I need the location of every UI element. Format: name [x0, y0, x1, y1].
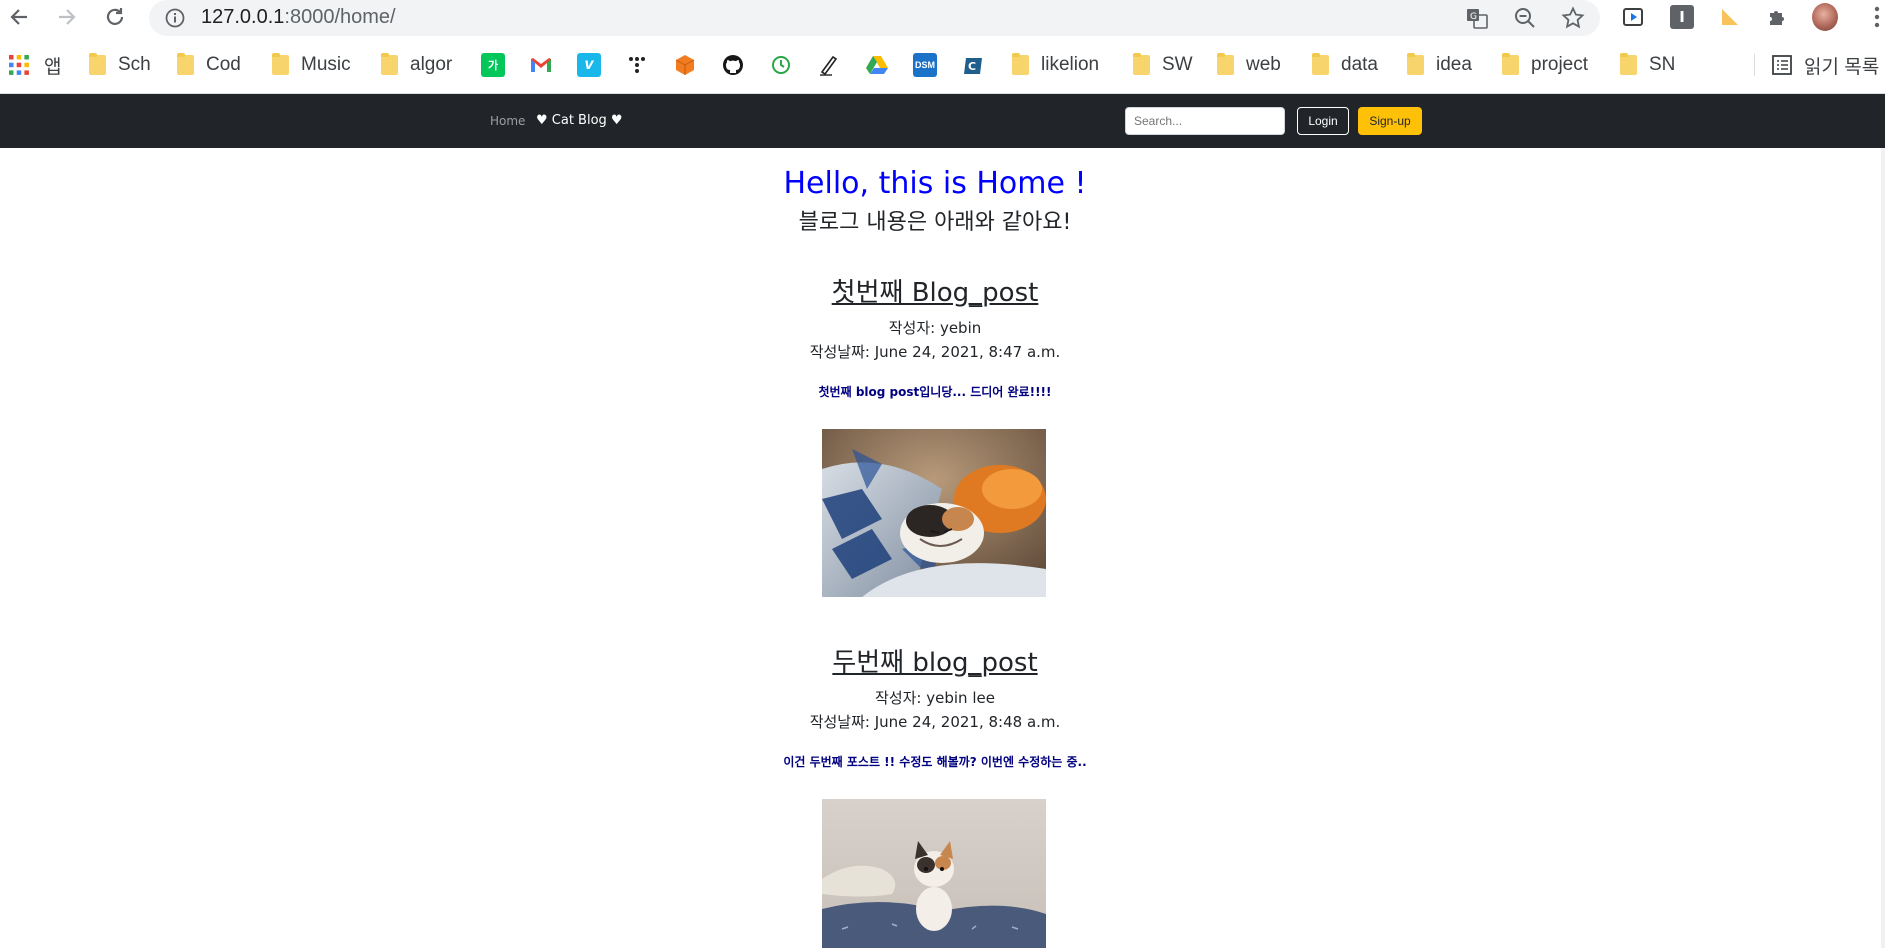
reading-list-button[interactable]: 읽기 목록	[1772, 52, 1879, 78]
browser-toolbar: 127.0.0.1:8000/home/ G I	[0, 0, 1885, 36]
google-drive-bookmark-icon[interactable]	[865, 53, 889, 77]
site-navbar: Home ♥ Cat Blog ♥ Login Sign-up	[0, 94, 1885, 148]
address-bar[interactable]: 127.0.0.1:8000/home/ G	[149, 0, 1600, 36]
bookmark-label: 앱	[44, 56, 62, 78]
bookmark-folder-algor[interactable]: algor	[381, 52, 452, 78]
bookmark-folder-data[interactable]: data	[1312, 52, 1378, 78]
dots-bookmark-icon[interactable]	[625, 53, 649, 77]
gmail-bookmark-icon[interactable]	[529, 53, 553, 77]
bookmark-label: data	[1341, 54, 1378, 75]
post-title-link[interactable]: 두번째 blog_post	[0, 642, 1870, 679]
chrome-menu-icon[interactable]	[1864, 4, 1885, 30]
bookmark-folder-sw[interactable]: SW	[1133, 52, 1193, 78]
post-author: 작성자: yebin lee	[875, 689, 995, 707]
svg-text:G: G	[1470, 12, 1477, 22]
folder-icon	[177, 53, 194, 75]
page-scrollbar[interactable]	[1881, 148, 1885, 948]
bookmark-label: Sch	[118, 54, 151, 75]
post-title-link[interactable]: 첫번째 Blog_post	[0, 272, 1870, 309]
folder-icon	[89, 53, 106, 75]
post-image-sleeping-kitten	[822, 429, 1046, 597]
bookmark-label: algor	[410, 54, 453, 75]
blog-post: 두번째 blog_post 작성자: yebin lee 작성날짜: June …	[0, 642, 1870, 769]
bookmark-label: idea	[1436, 54, 1472, 75]
bookmark-folder-sn[interactable]: SN	[1620, 52, 1675, 78]
media-extension-icon[interactable]	[1620, 4, 1646, 30]
nav-home-link[interactable]: Home	[490, 114, 525, 128]
login-button[interactable]: Login	[1297, 107, 1349, 135]
post-date: 작성날짜: June 24, 2021, 8:47 a.m.	[809, 343, 1061, 361]
folder-icon	[1312, 53, 1329, 75]
bookmark-folder-likelion[interactable]: likelion	[1012, 52, 1099, 78]
grammarly-bookmark-icon[interactable]: C	[961, 53, 985, 77]
bookmark-folder-web[interactable]: web	[1217, 52, 1281, 78]
extensions-puzzle-icon[interactable]	[1765, 4, 1791, 30]
github-bookmark-icon[interactable]	[721, 53, 745, 77]
bookmark-label: Cod	[206, 54, 241, 75]
bookmark-folder-music[interactable]: Music	[272, 52, 351, 78]
vimeo-bookmark-icon[interactable]: v	[577, 53, 601, 77]
instapaper-extension-icon[interactable]: I	[1669, 4, 1695, 30]
url-path: :8000/home/	[284, 6, 396, 28]
bookmark-star-icon[interactable]	[1561, 6, 1585, 34]
bookmark-label: Music	[301, 54, 351, 75]
zoom-out-icon[interactable]	[1513, 6, 1537, 34]
post-author: 작성자: yebin	[888, 319, 982, 337]
site-info-icon[interactable]	[165, 8, 185, 32]
folder-icon	[1133, 53, 1150, 75]
bookmark-label: web	[1246, 54, 1281, 75]
post-body: 이건 두번째 포스트 !! 수정도 해볼까? 이번엔 수정하는 중..	[783, 755, 1087, 769]
box-bookmark-icon[interactable]	[673, 53, 697, 77]
search-input[interactable]	[1125, 107, 1285, 135]
reload-icon[interactable]	[104, 6, 126, 28]
forward-icon[interactable]	[56, 6, 78, 28]
back-icon[interactable]	[8, 6, 30, 28]
folder-icon	[1620, 53, 1637, 75]
profile-avatar[interactable]	[1812, 3, 1838, 31]
folder-icon	[272, 53, 289, 75]
bookmark-folder-project[interactable]: project	[1502, 52, 1588, 78]
naver-bookmark-icon[interactable]: 가	[481, 53, 505, 77]
blog-post: 첫번째 Blog_post 작성자: yebin 작성날짜: June 24, …	[0, 272, 1870, 399]
page-subtitle: 블로그 내용은 아래와 같아요!	[798, 210, 1072, 235]
bookmark-label: project	[1531, 54, 1589, 75]
bookmark-apps[interactable]: 앱	[8, 52, 61, 78]
bookmark-label: SW	[1162, 54, 1193, 75]
url-text: 127.0.0.1:8000/home/	[201, 6, 396, 29]
folder-icon	[1012, 53, 1029, 75]
bookmarks-bar: 앱 Sch Cod Music algor 가 v DSM C likelion…	[0, 46, 1885, 82]
signup-button[interactable]: Sign-up	[1358, 107, 1422, 135]
reading-list-icon	[1772, 55, 1792, 75]
translate-icon[interactable]: G	[1465, 6, 1489, 34]
url-host: 127.0.0.1	[201, 6, 285, 28]
folder-icon	[1502, 53, 1519, 75]
bookmark-folder-sch[interactable]: Sch	[89, 52, 151, 78]
reading-list-label: 읽기 목록	[1804, 56, 1880, 78]
folder-icon	[1217, 53, 1234, 75]
dsm-bookmark-icon[interactable]: DSM	[913, 53, 937, 77]
pen-bookmark-icon[interactable]	[817, 53, 841, 77]
nav-brand-link[interactable]: ♥ Cat Blog ♥	[536, 113, 623, 128]
folder-icon	[1407, 53, 1424, 75]
post-body: 첫번째 blog post입니당... 드디어 완료!!!!	[818, 385, 1052, 399]
post-date: 작성날짜: June 24, 2021, 8:48 a.m.	[809, 713, 1061, 731]
post-image-sitting-kitten	[822, 799, 1046, 948]
apps-grid-icon	[9, 55, 29, 75]
bookmark-folder-cod[interactable]: Cod	[177, 52, 241, 78]
ruler-extension-icon[interactable]	[1717, 4, 1743, 30]
bookmarks-divider	[1754, 54, 1755, 76]
folder-icon	[381, 53, 398, 75]
bookmark-label: likelion	[1041, 54, 1100, 75]
clock-bookmark-icon[interactable]	[769, 53, 793, 77]
svg-text:C: C	[968, 60, 976, 73]
bookmark-folder-idea[interactable]: idea	[1407, 52, 1472, 78]
page-title: Hello, this is Home !	[783, 166, 1087, 201]
bookmark-label: SN	[1649, 54, 1676, 75]
